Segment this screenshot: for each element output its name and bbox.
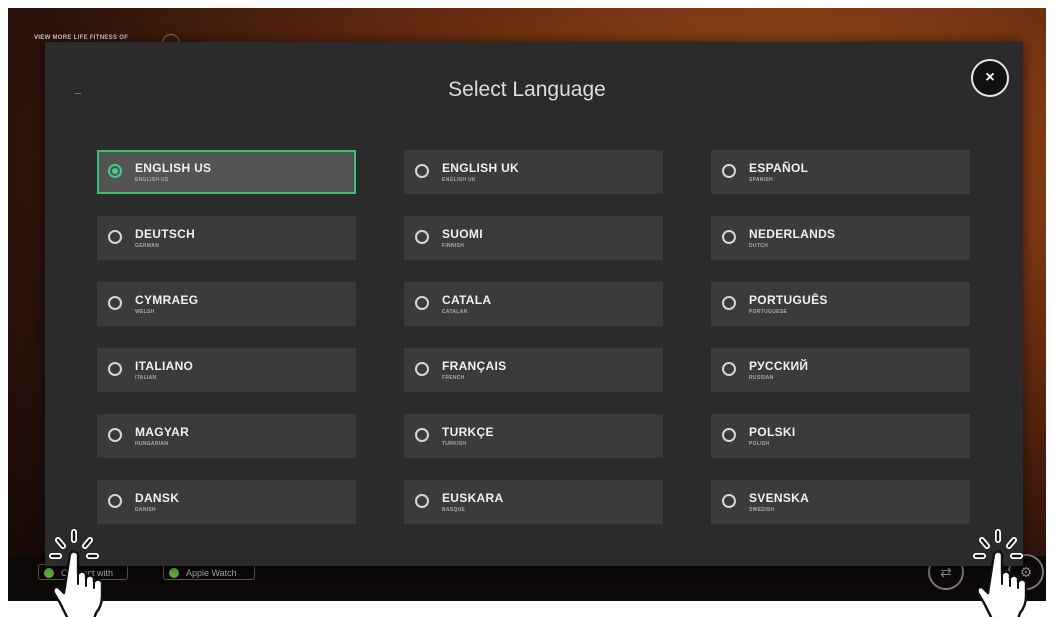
radio-icon[interactable] — [108, 362, 122, 376]
language-grid: ENGLISH US ENGLISH US ENGLISH UK ENGLISH UK… — [97, 150, 970, 524]
language-subtitle: WELSH — [135, 309, 155, 315]
language-subtitle: CATALAN — [442, 309, 468, 315]
close-icon: × — [985, 69, 995, 86]
language-subtitle: RUSSIAN — [749, 375, 774, 381]
radio-icon[interactable] — [108, 230, 122, 244]
language-name: CATALA — [442, 293, 492, 307]
language-option[interactable]: SVENSKA SWEDISH — [711, 480, 970, 524]
radio-icon[interactable] — [108, 494, 122, 508]
language-name: EUSKARA — [442, 491, 504, 505]
language-subtitle: SWEDISH — [749, 507, 775, 513]
language-option[interactable]: PORTUGUÊS PORTUGUESE — [711, 282, 970, 326]
language-name: POLSKI — [749, 425, 796, 439]
radio-icon[interactable] — [722, 494, 736, 508]
language-option[interactable]: DANSK DANISH — [97, 480, 356, 524]
language-option[interactable]: CYMRAEG WELSH — [97, 282, 356, 326]
radio-icon[interactable] — [415, 494, 429, 508]
radio-icon[interactable] — [722, 296, 736, 310]
radio-icon[interactable] — [722, 362, 736, 376]
language-subtitle: SPANISH — [749, 177, 773, 183]
language-name: DEUTSCH — [135, 227, 196, 241]
language-name: CYMRAEG — [135, 293, 199, 307]
radio-selected-icon[interactable] — [108, 164, 122, 178]
language-option[interactable]: ITALIANO ITALIAN — [97, 348, 356, 392]
language-subtitle: DANISH — [135, 507, 156, 513]
language-subtitle: ITALIAN — [135, 375, 157, 381]
radio-icon[interactable] — [415, 296, 429, 310]
radio-icon[interactable] — [722, 428, 736, 442]
radio-icon[interactable] — [108, 296, 122, 310]
language-name: DANSK — [135, 491, 180, 505]
language-name: ITALIANO — [135, 359, 194, 373]
language-subtitle: TURKISH — [442, 441, 467, 447]
language-option[interactable]: DEUTSCH GERMAN — [97, 216, 356, 260]
language-option[interactable]: РУССКИЙ RUSSIAN — [711, 348, 970, 392]
language-subtitle: FINNISH — [442, 243, 465, 249]
language-option[interactable]: ENGLISH US ENGLISH US — [97, 150, 356, 194]
modal-title: Select Language — [448, 78, 606, 101]
language-subtitle: HUNGARIAN — [135, 441, 169, 447]
tap-hand-icon — [49, 529, 104, 617]
radio-icon[interactable] — [415, 230, 429, 244]
language-name: SUOMI — [442, 227, 483, 241]
language-option[interactable]: NEDERLANDS DUTCH — [711, 216, 970, 260]
view-more-link[interactable]: VIEW MORE LIFE FITNESS OF — [34, 34, 164, 42]
apple-watch-pill[interactable]: Apple Watch — [163, 564, 255, 580]
language-name: PORTUGUÊS — [749, 293, 828, 307]
tap-hand-icon — [973, 529, 1028, 617]
language-name: SVENSKA — [749, 491, 810, 505]
language-subtitle: FRENCH — [442, 375, 465, 381]
language-name: MAGYAR — [135, 425, 190, 439]
radio-icon[interactable] — [108, 428, 122, 442]
language-subtitle: GERMAN — [135, 243, 160, 249]
language-option[interactable]: MAGYAR HUNGARIAN — [97, 414, 356, 458]
apple-watch-pill-label: Apple Watch — [186, 568, 237, 578]
language-subtitle: DUTCH — [749, 243, 768, 249]
language-option[interactable]: ENGLISH UK ENGLISH UK — [404, 150, 663, 194]
language-subtitle: POLISH — [749, 441, 770, 447]
language-name: FRANÇAIS — [442, 359, 507, 373]
radio-icon[interactable] — [415, 362, 429, 376]
status-dot-icon — [169, 568, 179, 578]
language-subtitle: ENGLISH UK — [442, 177, 476, 183]
radio-icon[interactable] — [415, 164, 429, 178]
language-option[interactable]: EUSKARA BASQUE — [404, 480, 663, 524]
language-name: TURKÇE — [442, 425, 494, 439]
language-option[interactable]: ESPAÑOL SPANISH — [711, 150, 970, 194]
radio-icon[interactable] — [415, 428, 429, 442]
language-name: ENGLISH US — [135, 161, 212, 175]
language-option[interactable]: POLSKI POLISH — [711, 414, 970, 458]
language-option[interactable]: TURKÇE TURKISH — [404, 414, 663, 458]
language-name: NEDERLANDS — [749, 227, 836, 241]
radio-icon[interactable] — [722, 164, 736, 178]
language-name: РУССКИЙ — [749, 359, 809, 373]
language-name: ENGLISH UK — [442, 161, 520, 175]
language-subtitle: ENGLISH US — [135, 177, 169, 183]
radio-icon[interactable] — [722, 230, 736, 244]
language-subtitle: BASQUE — [442, 507, 466, 513]
language-option[interactable]: FRANÇAIS FRENCH — [404, 348, 663, 392]
language-subtitle: PORTUGUESE — [749, 309, 788, 315]
language-option[interactable]: CATALA CATALAN — [404, 282, 663, 326]
language-option[interactable]: SUOMI FINNISH — [404, 216, 663, 260]
language-name: ESPAÑOL — [749, 161, 809, 175]
close-button[interactable]: × — [971, 59, 1009, 97]
